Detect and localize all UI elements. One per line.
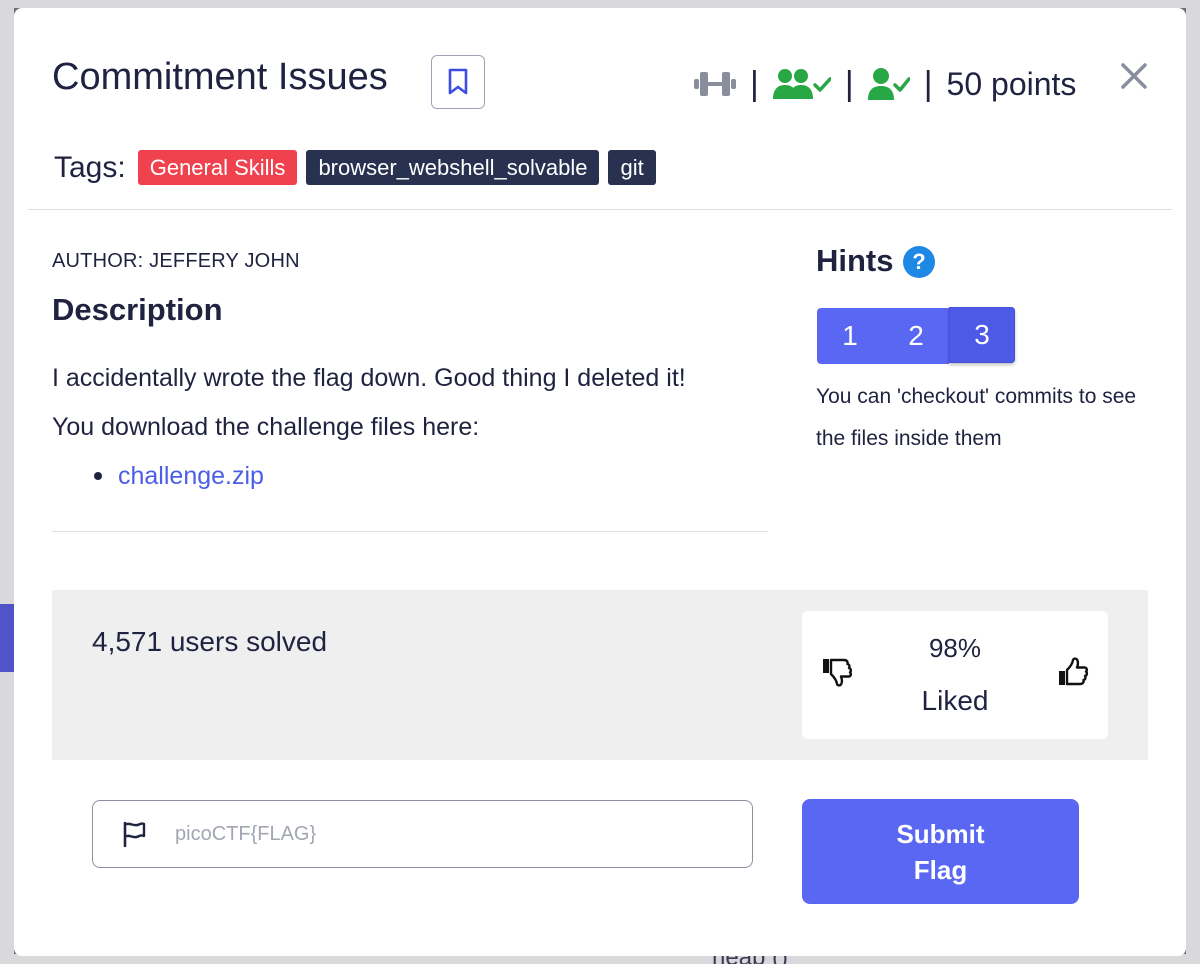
close-icon	[1121, 63, 1147, 89]
liked-label: Liked	[921, 685, 989, 716]
challenge-modal: Commitment Issues | | | 50 points Tags: …	[14, 8, 1186, 956]
download-instructions: You download the challenge files here:	[52, 413, 480, 441]
tag-general-skills[interactable]: General Skills	[137, 150, 298, 185]
hint-button-group: 1 2 3	[817, 307, 1015, 364]
flag-icon	[123, 821, 146, 847]
meta-separator: |	[750, 64, 759, 103]
close-button[interactable]	[1116, 58, 1152, 94]
points-label: 50 points	[946, 65, 1077, 102]
tag-git[interactable]: git	[608, 150, 656, 185]
author-label: AUTHOR: JEFFERY JOHN	[52, 250, 300, 272]
tag-browser-webshell-solvable[interactable]: browser_webshell_solvable	[306, 150, 600, 185]
background-page-right	[1186, 0, 1200, 964]
hint-text: You can 'checkout' commits to see the fi…	[816, 385, 1137, 450]
solved-count: 4,571 users solved	[92, 626, 328, 657]
description-text: I accidentally wrote the flag down. Good…	[52, 364, 686, 392]
meta-separator: |	[923, 64, 933, 103]
tags-row: Tags: General Skills browser_webshell_so…	[54, 150, 656, 185]
flag-input-wrapper	[92, 800, 753, 868]
hint-button-2[interactable]: 2	[883, 308, 949, 364]
description-heading: Description	[52, 292, 223, 327]
thumbs-up-icon[interactable]	[1058, 657, 1090, 687]
user-check-icon	[867, 68, 910, 100]
submit-flag-button[interactable]: Submit Flag	[802, 799, 1079, 904]
hint-button-1[interactable]: 1	[817, 308, 883, 364]
hint-button-3[interactable]: 3	[949, 307, 1015, 363]
meta-separator: |	[844, 64, 854, 103]
header-divider	[28, 209, 1172, 210]
hints-heading: Hints	[816, 243, 894, 278]
dumbbell-icon	[694, 72, 736, 96]
challenge-download-link[interactable]: challenge.zip	[118, 462, 264, 491]
help-icon[interactable]: ?	[903, 246, 935, 278]
challenge-title: Commitment Issues	[52, 56, 388, 98]
rating-card: 98% Liked	[802, 611, 1108, 739]
flag-input[interactable]	[175, 815, 735, 853]
challenge-meta: | | | 50 points	[694, 60, 1076, 108]
users-check-icon	[772, 69, 831, 99]
description-divider	[52, 531, 768, 532]
bookmark-icon	[448, 68, 468, 95]
bookmark-button[interactable]	[431, 55, 485, 109]
background-page-top	[0, 0, 1200, 8]
tags-label: Tags:	[54, 150, 126, 184]
background-page-left	[0, 0, 14, 964]
stats-panel: 4,571 users solved 98% Liked	[52, 590, 1148, 760]
list-bullet	[94, 472, 102, 480]
